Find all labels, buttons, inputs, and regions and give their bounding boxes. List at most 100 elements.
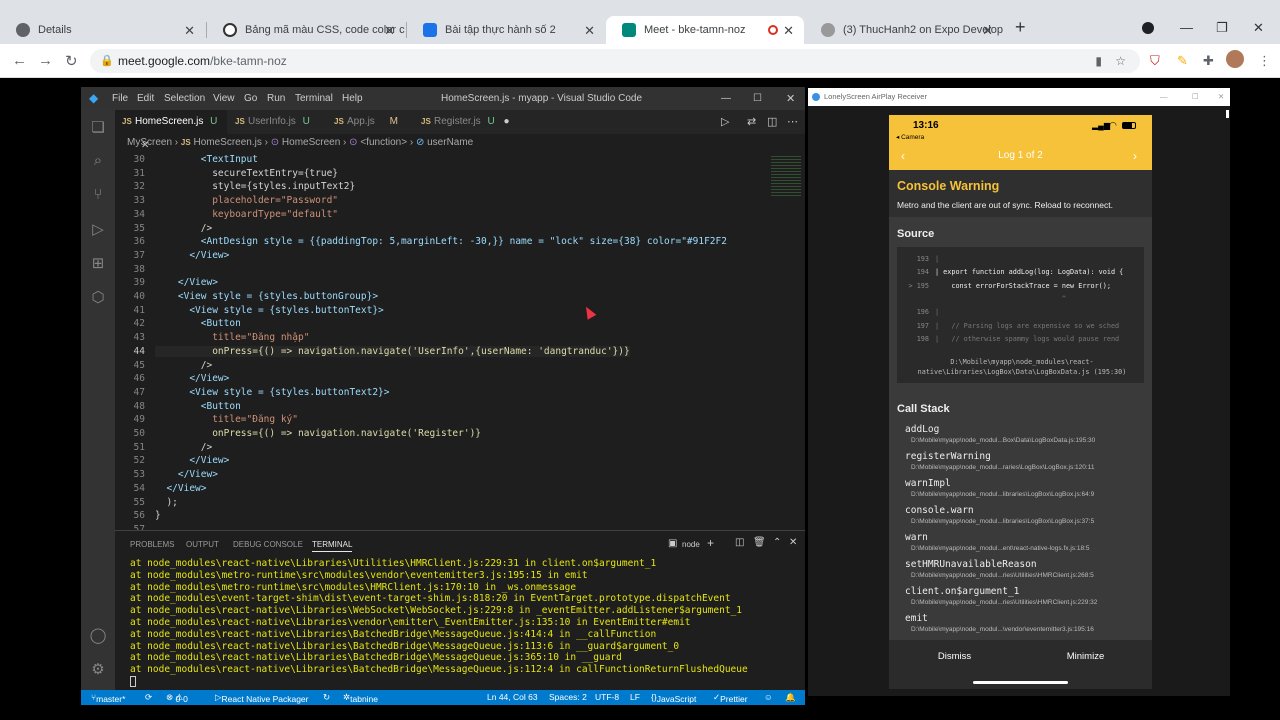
open-changes-icon[interactable]: ⇄ (747, 115, 756, 128)
extensions-puzzle-icon[interactable]: ✚ (1203, 53, 1214, 69)
menu-selection[interactable]: Selection (164, 93, 205, 104)
bookmark-star-icon[interactable]: ☆ (1115, 49, 1126, 73)
sync-icon[interactable]: ⟳ (145, 692, 152, 703)
maximize-panel-icon[interactable]: ⌃ (773, 537, 781, 548)
terminal-shell-select[interactable]: node (682, 540, 700, 549)
explorer-icon[interactable]: ❏ (89, 118, 107, 136)
menu-terminal[interactable]: Terminal (295, 93, 333, 104)
profile-dropdown-icon[interactable] (1142, 22, 1154, 34)
minimize-button[interactable]: Minimize (1020, 651, 1151, 662)
close-panel-icon[interactable]: ✕ (789, 537, 797, 548)
tab-app[interactable]: JS App.js M (327, 110, 413, 134)
minimize-window-icon[interactable]: — (1180, 20, 1193, 35)
notifications-icon[interactable]: 🔔 (785, 692, 796, 703)
maximize-window-icon[interactable]: ❐ (1216, 20, 1228, 36)
callstack-frame[interactable]: addLog D:\Mobile\myapp\node_modul...Box\D… (905, 424, 1145, 444)
maximize-icon[interactable]: ☐ (1192, 88, 1199, 106)
accounts-icon[interactable]: ◯ (89, 626, 107, 644)
settings-gear-icon[interactable]: ⚙ (89, 660, 107, 678)
reload-icon[interactable]: ↻ (65, 52, 78, 70)
menu-run[interactable]: Run (267, 93, 285, 104)
next-log-icon[interactable]: › (1133, 149, 1137, 163)
address-bar[interactable]: 🔒 meet.google.com/bke-tamn-noz ▮ ☆ (90, 49, 1140, 73)
tab-register[interactable]: JS Register.js U ● (414, 110, 512, 134)
new-tab-button[interactable]: + (1015, 17, 1026, 38)
tab-problems[interactable]: PROBLEMS (130, 540, 174, 549)
branch-status[interactable]: ⑂ master* (91, 692, 125, 704)
callstack-frame[interactable]: setHMRUnavailableReason D:\Mobile\myapp\n… (905, 559, 1145, 579)
tab-userinfo[interactable]: JS UserInfo.js U (228, 110, 326, 134)
callstack-frame[interactable]: client.on$argument_1 D:\Mobile\myapp\node… (905, 586, 1145, 606)
minimize-icon[interactable]: — (1160, 88, 1168, 106)
cursor-position[interactable]: Ln 44, Col 63 (487, 692, 538, 702)
breadcrumb-item[interactable]: HomeScreen (282, 137, 340, 148)
close-tab-icon[interactable]: ✕ (982, 23, 993, 39)
more-menu-icon[interactable]: ⋮ (1258, 53, 1271, 69)
camera-icon[interactable]: ▮ (1095, 49, 1102, 73)
close-window-icon[interactable]: ✕ (1253, 20, 1264, 36)
encoding[interactable]: UTF-8 (595, 692, 619, 702)
extension-icon[interactable]: ✎ (1177, 53, 1188, 69)
source-control-icon[interactable]: ⑂ (89, 186, 107, 204)
source-code-box[interactable]: 193 | 194 | export function addLog(log: Log… (897, 247, 1144, 383)
callstack-frame[interactable]: warn D:\Mobile\myapp\node_modul...ent\rea… (905, 532, 1145, 552)
callstack-frame[interactable]: warnImpl D:\Mobile\myapp\node_modul...lib… (905, 478, 1145, 498)
feedback-icon[interactable]: ☺ (764, 692, 773, 702)
extensions-icon[interactable]: ⊞ (89, 254, 107, 272)
back-icon[interactable]: ← (12, 52, 27, 69)
callstack-frame[interactable]: registerWarning D:\Mobile\myapp\node_modu… (905, 451, 1145, 471)
avatar[interactable] (1226, 50, 1244, 68)
tab-output[interactable]: OUTPUT (186, 540, 219, 549)
search-icon[interactable]: ⌕ (89, 152, 107, 170)
browser-tab-expo[interactable]: (3) ThucHanh2 on Expo Develope ✕ (805, 16, 1003, 44)
breadcrumb-item[interactable]: <function> (360, 137, 407, 148)
run-file-icon[interactable]: ▷ (721, 115, 729, 128)
breadcrumb-item[interactable]: HomeScreen.js (193, 137, 261, 148)
remote-explorer-icon[interactable]: ⬡ (89, 288, 107, 306)
browser-tab-details[interactable]: Details ✕ (0, 16, 205, 44)
close-tab-icon[interactable]: ✕ (584, 23, 595, 39)
extension-shield-icon[interactable]: ⛉ (1150, 53, 1160, 69)
callstack-frame[interactable]: emit D:\Mobile\myapp\node_modul...\vendor… (905, 613, 1145, 633)
breadcrumb-item[interactable]: userName (427, 137, 473, 148)
menu-file[interactable]: File (112, 93, 128, 104)
split-editor-icon[interactable]: ◫ (767, 115, 777, 128)
prettier-status[interactable]: ✓ Prettier (713, 692, 748, 704)
maximize-icon[interactable]: ☐ (753, 93, 762, 104)
minimize-icon[interactable]: — (721, 93, 731, 104)
close-tab-icon[interactable]: ✕ (384, 23, 395, 39)
tabnine-status[interactable]: ✲ tabnine (343, 692, 378, 704)
more-actions-icon[interactable]: ⋯ (787, 115, 798, 128)
logbox-body[interactable]: Console Warning Metro and the client are… (889, 170, 1152, 640)
breadcrumb-item[interactable]: MyScreen (127, 137, 172, 148)
dismiss-button[interactable]: Dismiss (889, 651, 1020, 662)
menu-help[interactable]: Help (342, 93, 363, 104)
tab-debug-console[interactable]: DEBUG CONSOLE (233, 540, 303, 549)
close-tab-icon[interactable]: ✕ (783, 23, 794, 39)
tab-terminal[interactable]: TERMINAL (312, 540, 353, 552)
new-terminal-icon[interactable]: + (707, 536, 714, 550)
callstack-frame[interactable]: console.warn D:\Mobile\myapp\node_modul..… (905, 505, 1145, 525)
browser-tab-classroom[interactable]: Bài tập thực hành số 2 ✕ (407, 16, 605, 44)
menu-go[interactable]: Go (244, 93, 257, 104)
run-debug-icon[interactable]: ▷ (89, 220, 107, 238)
browser-tab-meet[interactable]: Meet - bke-tamn-noz ✕ (606, 16, 804, 44)
close-tab-icon[interactable]: ✕ (184, 23, 195, 39)
tab-homescreen[interactable]: JS HomeScreen.js U ✕ (115, 110, 227, 151)
close-icon[interactable]: ✕ (786, 92, 795, 105)
menu-view[interactable]: View (213, 93, 235, 104)
back-to-camera[interactable]: ◂ Camera (896, 133, 924, 141)
problems-status[interactable]: ⊗ 0 ⚠ 0 (166, 692, 188, 704)
packager-status[interactable]: ▷ React Native Packager (215, 692, 308, 704)
line-ending[interactable]: LF (630, 692, 640, 702)
code-editor[interactable]: 30 <TextInput 31 secureTextEntry={true} 32… (115, 152, 805, 530)
kill-terminal-icon[interactable]: 🗑 (753, 537, 766, 548)
minimap[interactable] (767, 152, 805, 530)
forward-icon[interactable]: → (38, 52, 53, 69)
close-icon[interactable]: ✕ (1218, 88, 1224, 106)
language-mode[interactable]: {} JavaScript (651, 692, 696, 704)
browser-tab-css-colors[interactable]: Bảng mã màu CSS, code color ch ✕ (207, 16, 405, 44)
menu-edit[interactable]: Edit (137, 93, 154, 104)
split-terminal-icon[interactable]: ◫ (735, 537, 744, 548)
indentation[interactable]: Spaces: 2 (549, 692, 587, 702)
